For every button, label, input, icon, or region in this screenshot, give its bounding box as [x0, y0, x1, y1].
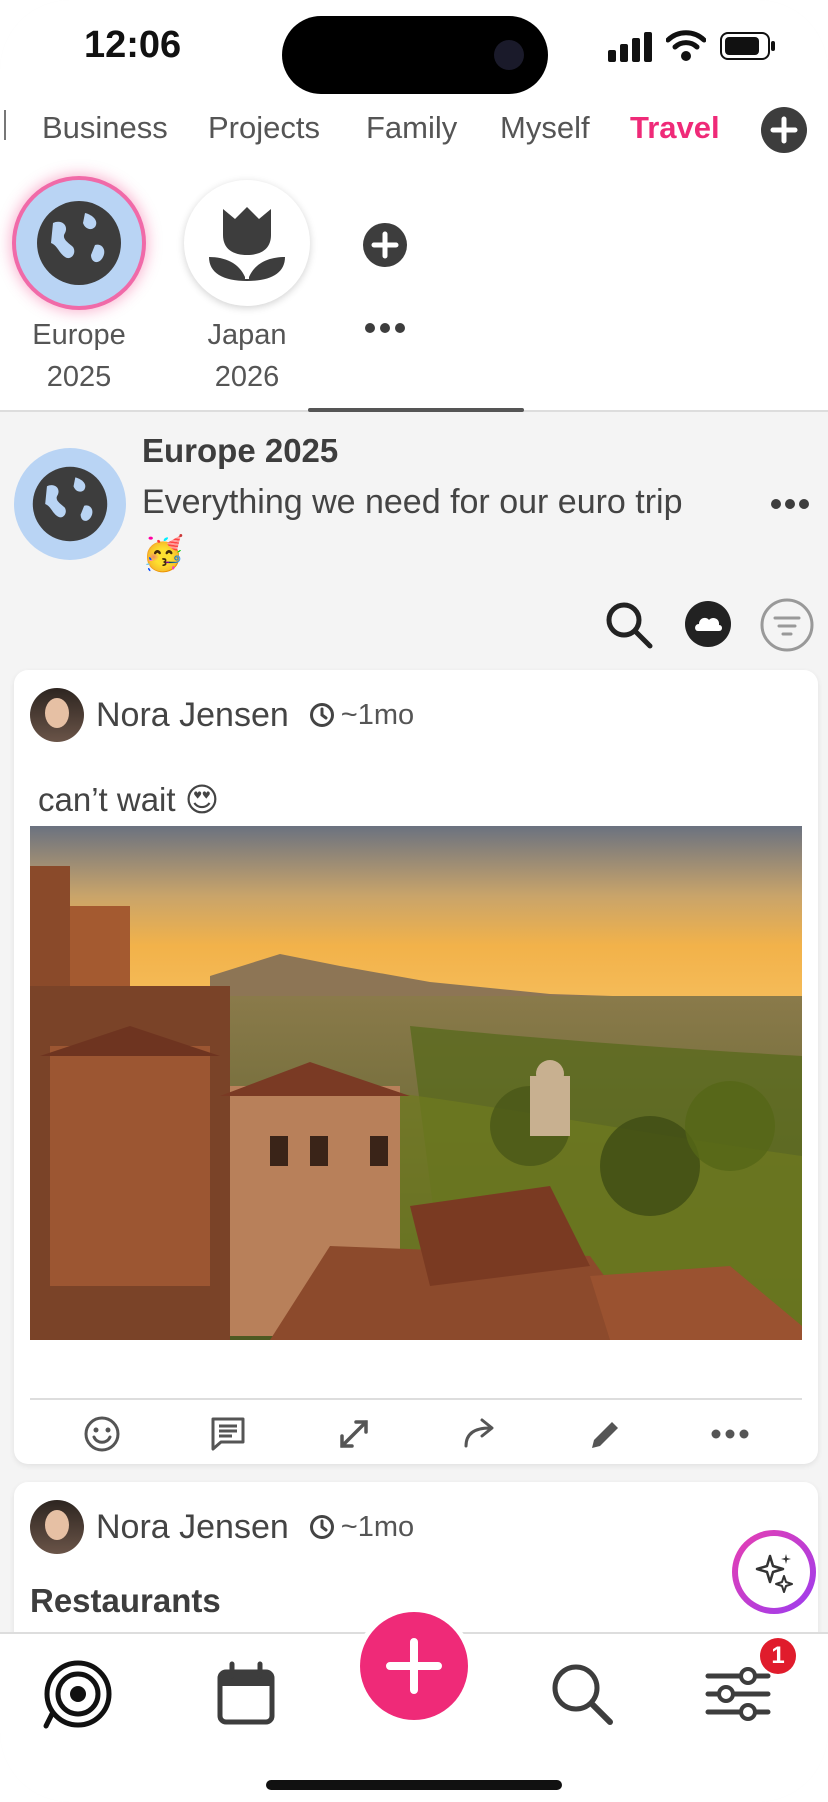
tab-family[interactable]: Family: [366, 110, 457, 146]
calendar-icon[interactable]: [210, 1658, 282, 1730]
post-time: ~1mo: [309, 699, 414, 732]
author-name: Nora Jensen: [96, 695, 289, 734]
post-card[interactable]: Nora Jensen ~1mo can’t wait 😍: [14, 670, 818, 1464]
expand-icon[interactable]: [334, 1414, 374, 1454]
cellular-signal-icon: [608, 32, 652, 62]
post-text: can’t wait 😍: [38, 781, 220, 818]
post-heading: Restaurants: [30, 1582, 221, 1619]
author-name: Nora Jensen: [96, 1507, 289, 1546]
group-label-europe: Europe 2025: [32, 319, 126, 393]
groups-row: Europe 2025 Japan 2026: [0, 166, 828, 412]
globe-icon: [32, 466, 108, 542]
post-author[interactable]: Nora Jensen ~1mo: [30, 686, 414, 744]
notification-badge: 1: [760, 1638, 796, 1674]
add-category-button[interactable]: [760, 106, 808, 154]
post-more-icon[interactable]: [710, 1420, 750, 1448]
settings-sliders-icon[interactable]: [702, 1658, 774, 1730]
globe-icon: [37, 201, 121, 285]
home-indicator: [266, 1780, 562, 1790]
clock-icon: [309, 703, 334, 727]
group-more-icon[interactable]: [770, 498, 810, 510]
group-japan-2026[interactable]: Japan 2026: [184, 180, 310, 398]
group-europe-2025[interactable]: Europe 2025: [16, 180, 142, 398]
post-photo[interactable]: [30, 826, 802, 1340]
tab-projects[interactable]: Projects: [208, 110, 320, 146]
tuscany-landscape-image: [30, 826, 802, 1340]
sparkle-icon: [755, 1554, 793, 1593]
plus-icon: [386, 1638, 442, 1694]
ai-assistant-button[interactable]: [732, 1530, 816, 1614]
search-icon[interactable]: [604, 600, 654, 650]
create-post-button[interactable]: [360, 1612, 468, 1720]
group-avatar: [14, 448, 126, 560]
dynamic-island: [282, 16, 548, 94]
phone-screen: 12:06 Business Projects Family Myself Tr…: [0, 0, 828, 1802]
comment-icon[interactable]: [208, 1414, 248, 1454]
tulip-icon-circle: [184, 180, 310, 306]
tab-business[interactable]: Business: [42, 110, 168, 146]
tab-travel[interactable]: Travel: [630, 110, 720, 146]
post-actions: [30, 1398, 802, 1464]
post-time: ~1mo: [309, 1511, 414, 1544]
search-nav-icon[interactable]: [546, 1658, 618, 1730]
category-tabs: Business Projects Family Myself Travel: [0, 96, 828, 166]
tulip-icon: [209, 207, 285, 281]
group-label-japan: Japan 2026: [207, 319, 287, 393]
globe-icon-circle: [16, 180, 142, 306]
avatar: [30, 688, 84, 742]
avatar: [30, 1500, 84, 1554]
status-bar: 12:06: [0, 0, 828, 96]
group-description: Everything we need for our euro trip 🥳: [142, 483, 683, 573]
home-orbit-icon[interactable]: [42, 1658, 114, 1730]
battery-icon: [720, 32, 775, 60]
post-author[interactable]: Nora Jensen ~1mo: [30, 1498, 414, 1556]
wifi-icon: [666, 30, 706, 61]
edit-icon[interactable]: [586, 1414, 626, 1454]
clock-icon: [309, 1515, 334, 1539]
more-groups-icon[interactable]: [364, 322, 406, 334]
add-group-button[interactable]: [362, 222, 408, 268]
group-title: Europe 2025: [142, 432, 339, 469]
status-time: 12:06: [84, 24, 182, 66]
tab-myself[interactable]: Myself: [500, 110, 590, 146]
filter-icon[interactable]: [760, 598, 814, 652]
emoji-reaction-icon[interactable]: [82, 1414, 122, 1454]
truncated-tab-edge: [0, 110, 6, 140]
cloud-icon[interactable]: [684, 600, 732, 648]
share-icon[interactable]: [460, 1414, 500, 1454]
